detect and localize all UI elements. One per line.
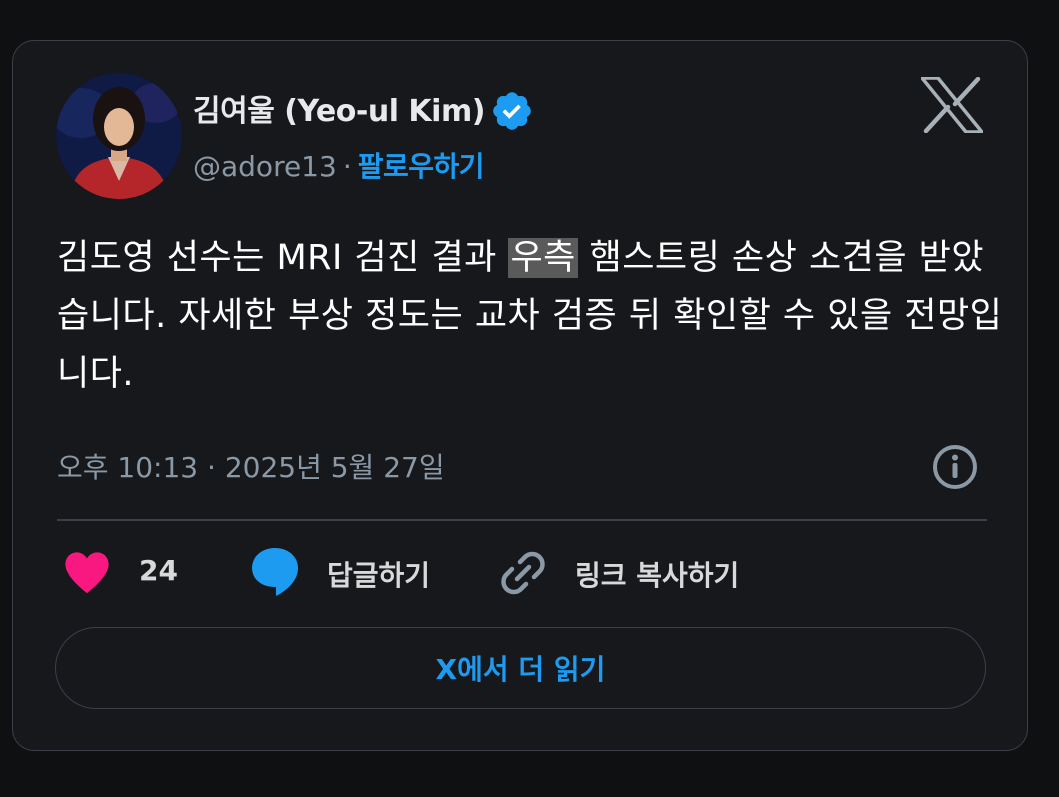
author-handle[interactable]: @adore13: [193, 150, 337, 183]
separator-dot: ·: [342, 150, 352, 183]
avatar[interactable]: [56, 73, 182, 199]
read-more-on-x-button[interactable]: X에서 더 읽기: [55, 627, 986, 709]
verified-badge-icon: [493, 92, 531, 130]
tweet-timestamp[interactable]: 오후 10:13 · 2025년 5월 27일: [57, 446, 445, 486]
divider: [57, 519, 987, 521]
x-logo-icon[interactable]: [921, 77, 983, 133]
author-name[interactable]: 김여울 (Yeo-ul Kim): [193, 86, 485, 130]
heart-icon[interactable]: [63, 549, 111, 595]
highlighted-text: 우측: [508, 238, 578, 278]
embedded-tweet-card: 김여울 (Yeo-ul Kim) @adore13 · 팔로우하기 김도영 선수는 …: [12, 40, 1028, 751]
tweet-text: 김도영 선수는 MRI 검진 결과 우측 햄스트링 손상 소견을 받았습니다. …: [57, 229, 1007, 403]
reply-button[interactable]: 답글하기: [327, 554, 430, 594]
link-icon[interactable]: [499, 549, 547, 597]
info-icon[interactable]: [931, 443, 979, 491]
like-count[interactable]: 24: [139, 554, 178, 587]
tweet-text-part: 김도영 선수는 MRI 검진 결과: [57, 238, 509, 278]
follow-button[interactable]: 팔로우하기: [358, 150, 485, 183]
copy-link-button[interactable]: 링크 복사하기: [575, 554, 739, 594]
handle-row: @adore13 · 팔로우하기: [193, 145, 485, 185]
speech-bubble-icon[interactable]: [250, 546, 300, 598]
